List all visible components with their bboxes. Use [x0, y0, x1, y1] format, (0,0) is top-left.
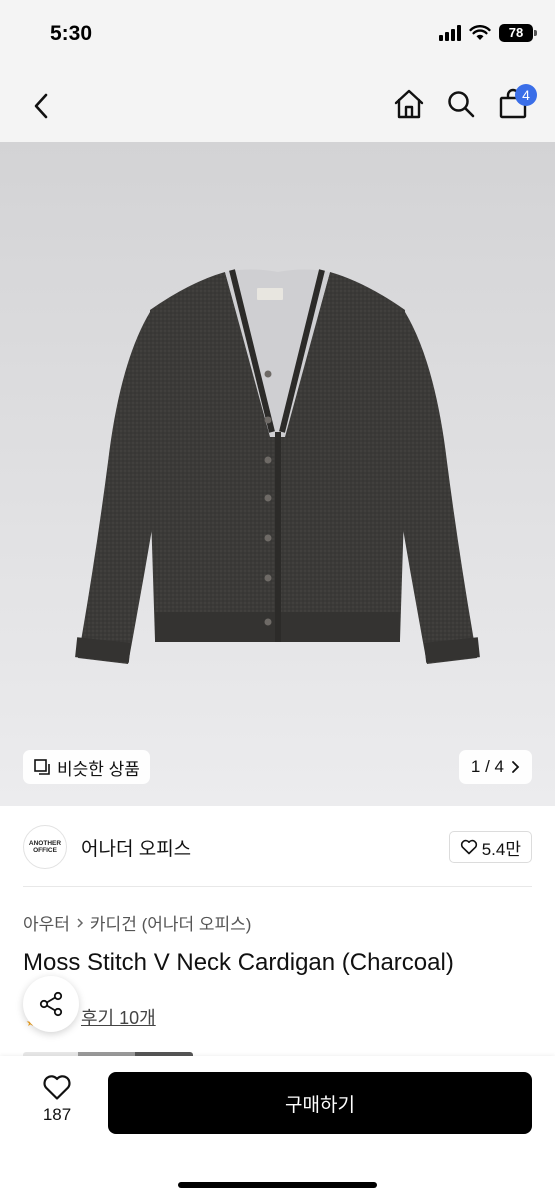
- brand-logo[interactable]: ANOTHER OFFICE: [23, 825, 67, 869]
- similar-products-label: 비슷한 상품: [57, 759, 140, 779]
- chevron-right-icon: [512, 761, 520, 773]
- brand-row: ANOTHER OFFICE 어나더 오피스 5.4만: [23, 820, 532, 874]
- heart-icon: [460, 839, 477, 855]
- cart-button[interactable]: 4: [497, 84, 537, 122]
- wishlist-count: 187: [42, 1105, 72, 1124]
- cellular-signal-icon: [439, 25, 461, 41]
- bottom-action-bar: 187 구매하기: [0, 1056, 555, 1200]
- status-time: 5:30: [50, 22, 93, 45]
- similar-products-button[interactable]: 비슷한 상품: [23, 750, 150, 784]
- home-icon: [394, 89, 424, 119]
- cardigan-image: [75, 269, 480, 664]
- brand-name[interactable]: 어나더 오피스: [81, 834, 191, 861]
- chevron-right-icon: [77, 917, 83, 928]
- battery-icon: 78: [499, 24, 537, 42]
- reviews-link[interactable]: 후기 10개: [81, 1004, 156, 1030]
- wifi-icon: [469, 25, 491, 40]
- divider: [23, 886, 532, 887]
- nav-actions: 4: [393, 84, 537, 122]
- wishlist-button[interactable]: 187: [34, 1074, 80, 1125]
- buy-button[interactable]: 구매하기: [108, 1072, 532, 1134]
- search-button[interactable]: [445, 86, 477, 122]
- top-nav: 4: [0, 70, 555, 142]
- brand-like-button[interactable]: 5.4만: [448, 831, 532, 863]
- share-icon: [39, 991, 63, 1017]
- page-indicator-text: 1 / 4: [470, 757, 504, 776]
- image-page-indicator[interactable]: 1 / 4: [458, 750, 532, 784]
- search-icon: [448, 91, 475, 118]
- product-title: Moss Stitch V Neck Cardigan (Charcoal): [23, 949, 454, 976]
- back-button[interactable]: [26, 88, 56, 124]
- heart-icon: [43, 1075, 71, 1100]
- status-icons: 78: [439, 24, 537, 42]
- product-image-carousel[interactable]: 비슷한 상품 1 / 4: [0, 142, 555, 806]
- brand-like-count: 5.4만: [481, 839, 521, 859]
- breadcrumb-subcategory[interactable]: 카디건 (어나더 오피스): [90, 910, 252, 935]
- cart-count-badge: 4: [515, 84, 537, 106]
- chevron-left-icon: [34, 93, 48, 119]
- home-indicator: [178, 1182, 377, 1188]
- breadcrumb-category[interactable]: 아우터: [23, 910, 70, 935]
- home-button[interactable]: [393, 86, 425, 122]
- breadcrumb: 아우터 카디건 (어나더 오피스): [23, 910, 251, 935]
- share-button[interactable]: [23, 976, 79, 1032]
- status-bar: 5:30 78: [0, 0, 555, 70]
- copy-icon: [34, 759, 50, 775]
